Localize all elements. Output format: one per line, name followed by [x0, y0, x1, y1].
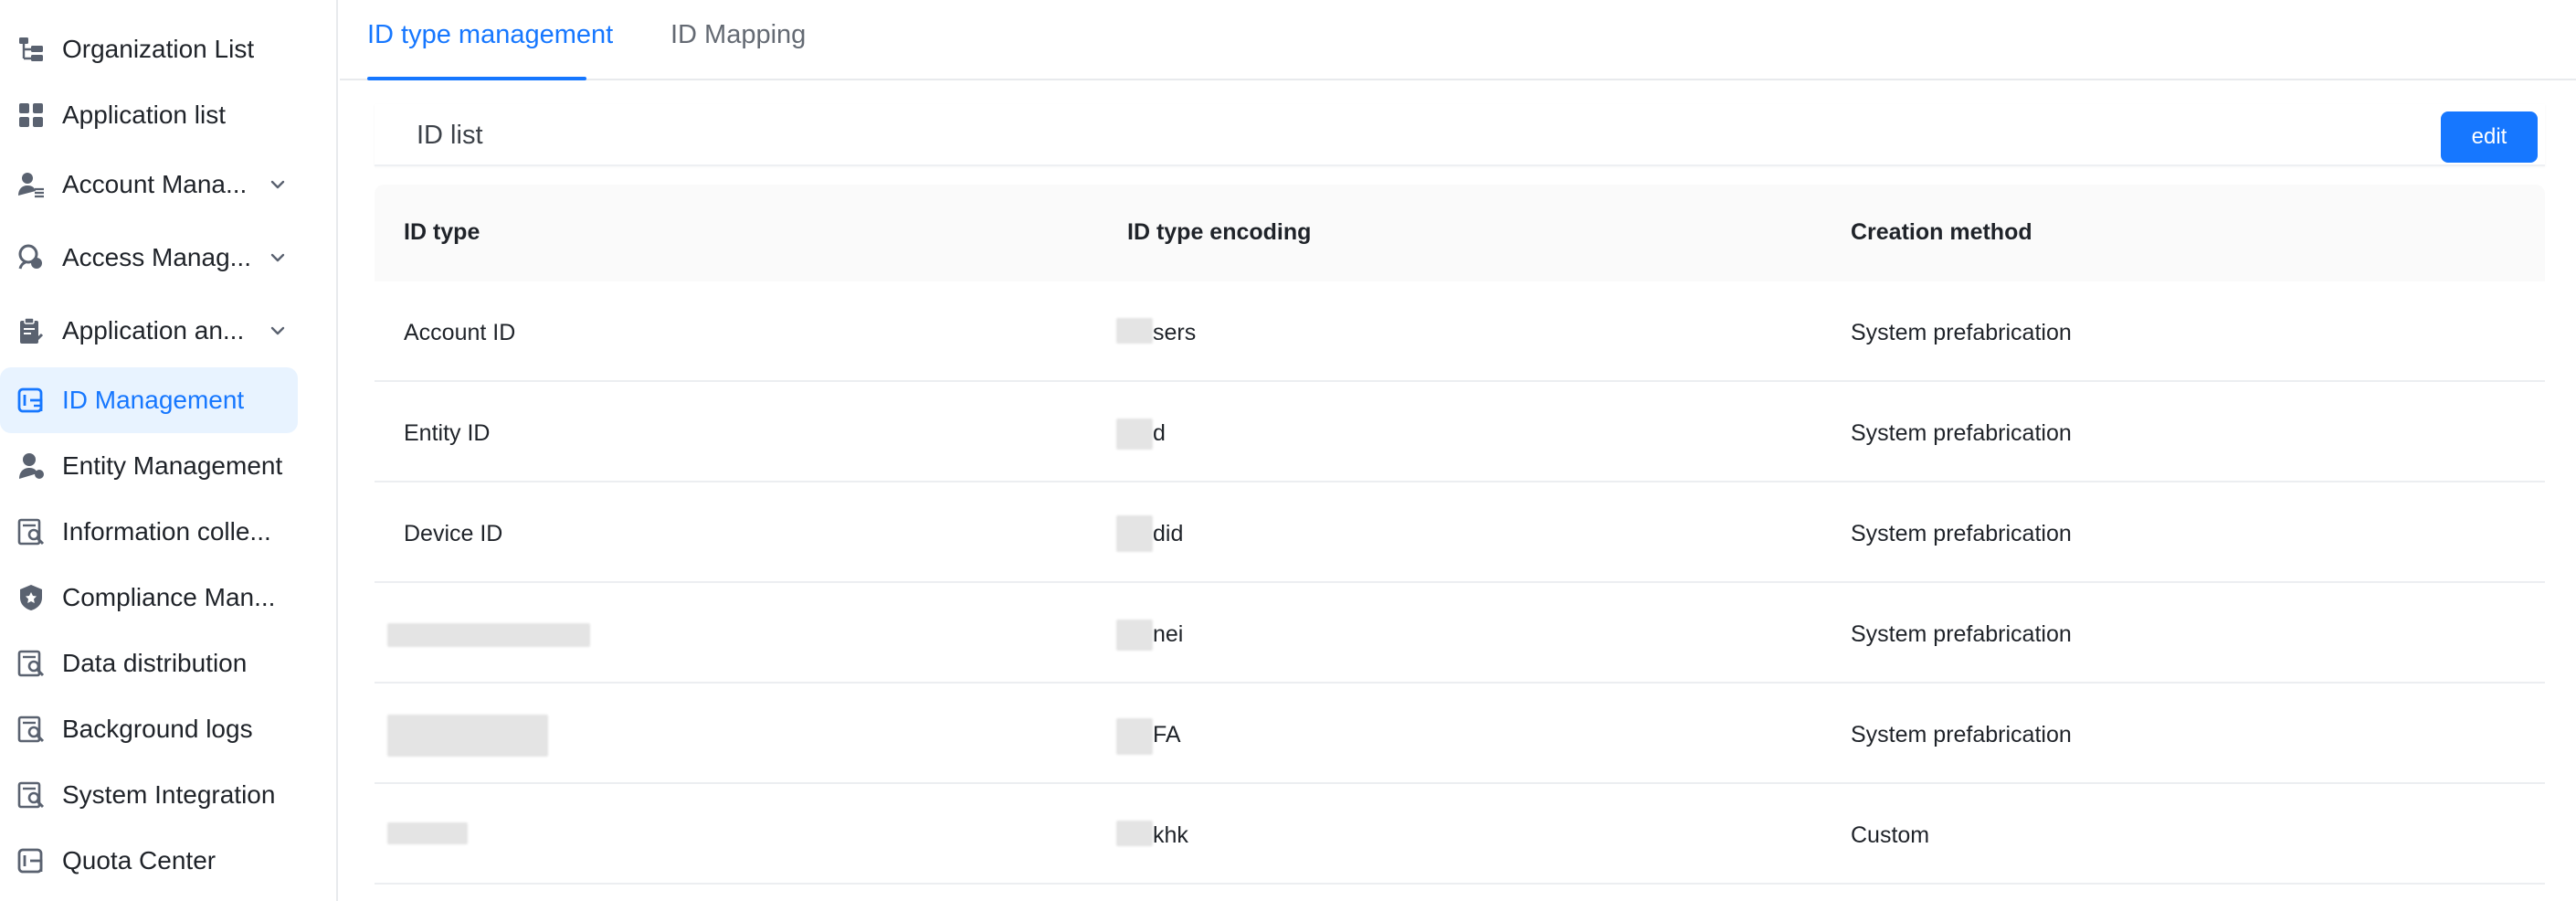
cell-id-type-encoding: FA [1153, 722, 1181, 747]
entity-user-icon [19, 453, 44, 479]
cell-id-type-encoding: did [1153, 521, 1184, 546]
table-row[interactable]: Account ID sers System prefabrication [375, 281, 2545, 382]
redacted-area [1116, 515, 1153, 552]
table-row[interactable]: Entity ID d System prefabrication [375, 382, 2545, 482]
shield-icon [20, 585, 42, 610]
access-key-icon [18, 244, 42, 270]
sidebar-item-label: Information colle... [62, 517, 271, 546]
sidebar-item-label: Access Manag... [62, 243, 251, 271]
column-header-id-type: ID type [404, 219, 480, 245]
sidebar-item-label: Organization List [62, 35, 255, 63]
redacted-area [1116, 318, 1153, 344]
sidebar-item-label: Background logs [62, 715, 253, 743]
table-row[interactable]: FA System prefabrication [375, 684, 2545, 784]
chevron-down-icon [270, 253, 285, 262]
cell-creation-method: System prefabrication [1851, 320, 2072, 345]
edit-button[interactable]: edit [2441, 111, 2538, 163]
redacted-area [1116, 620, 1153, 651]
clipboard-check-icon [20, 317, 44, 344]
sidebar-item-label: Entity Management [62, 451, 283, 480]
doc-search-icon [17, 781, 45, 809]
table-header: ID type ID type encoding Creation method [375, 185, 2545, 281]
sidebar-item-label: Application list [62, 101, 226, 129]
sidebar-item-label: Application an... [62, 316, 245, 344]
sidebar-item-label: System Integration [62, 780, 276, 809]
sidebar-item-system-integration[interactable]: System Integration [0, 762, 298, 828]
table-row[interactable]: khk Custom [375, 784, 2545, 885]
cell-id-type-encoding: nei [1153, 621, 1184, 647]
section-title: ID list [417, 121, 483, 150]
id-list-header: ID list edit [375, 104, 2545, 166]
cell-id-type-encoding: sers [1153, 320, 1197, 345]
table-row[interactable]: nei System prefabrication [375, 583, 2545, 684]
sidebar-item-organization-list[interactable]: Organization List [0, 16, 298, 82]
active-tab-indicator [367, 77, 586, 80]
sidebar-item-label: Account Mana... [62, 170, 248, 198]
doc-search-icon [17, 716, 45, 743]
tab-bar: ID type management ID Mapping [340, 0, 2576, 80]
chevron-down-icon [270, 180, 285, 189]
column-header-creation-method: Creation method [1851, 219, 2032, 245]
chevron-down-icon [270, 326, 285, 335]
app-window: Organization List Application list Accou… [0, 0, 2576, 901]
tab-id-type-management[interactable]: ID type management [367, 20, 613, 50]
cell-id-type-encoding: khk [1153, 822, 1188, 848]
tab-id-mapping[interactable]: ID Mapping [670, 20, 806, 50]
cell-id-type-encoding: d [1153, 420, 1166, 446]
sidebar-item-application-list[interactable]: Application list [0, 82, 298, 148]
redacted-area [1116, 821, 1153, 846]
redacted-area [387, 623, 590, 647]
org-tree-icon [19, 37, 43, 61]
table-row[interactable]: Device ID did System prefabrication [375, 482, 2545, 583]
sidebar-item-label: Compliance Man... [62, 583, 276, 611]
quota-icon [17, 848, 43, 874]
sidebar-item-label: Quota Center [62, 846, 216, 874]
redacted-area [1116, 718, 1153, 755]
sidebar-item-account-management[interactable]: Account Mana... [0, 152, 298, 217]
sidebar-item-quota-center[interactable]: Quota Center [0, 828, 298, 894]
sidebar-item-background-logs[interactable]: Background logs [0, 696, 298, 762]
sidebar-item-label: ID Management [62, 386, 245, 414]
sidebar-item-id-management[interactable]: ID Management [0, 367, 298, 433]
grid-apps-icon [19, 103, 43, 127]
sidebar-item-label: Data distribution [62, 649, 248, 677]
cell-creation-method: System prefabrication [1851, 521, 2072, 546]
sidebar-item-application-authorization[interactable]: Application an... [0, 298, 298, 364]
cell-id-type: Account ID [404, 320, 516, 345]
sidebar-item-data-distribution[interactable]: Data distribution [0, 631, 298, 696]
cell-creation-method: System prefabrication [1851, 722, 2072, 747]
cell-id-type: Device ID [404, 521, 503, 546]
cell-creation-method: System prefabrication [1851, 420, 2072, 446]
doc-search-icon [17, 650, 45, 677]
sidebar-item-information-collection[interactable]: Information colle... [0, 499, 298, 565]
sidebar-item-access-management[interactable]: Access Manag... [0, 225, 298, 291]
main-content: ID type management ID Mapping ID list ed… [340, 0, 2576, 901]
cell-creation-method: Custom [1851, 822, 1930, 848]
redacted-area [387, 822, 468, 844]
column-header-id-type-encoding: ID type encoding [1127, 219, 1312, 245]
cell-creation-method: System prefabrication [1851, 621, 2072, 647]
id-type-table: ID type ID type encoding Creation method… [375, 185, 2545, 885]
sidebar-item-entity-management[interactable]: Entity Management [0, 433, 298, 499]
cell-id-type: Entity ID [404, 420, 491, 446]
redacted-area [1116, 419, 1153, 450]
user-list-icon [18, 173, 44, 198]
doc-search-icon [17, 518, 45, 546]
redacted-area [387, 715, 548, 757]
sidebar-item-compliance-management[interactable]: Compliance Man... [0, 565, 298, 631]
sidebar: Organization List Application list Accou… [0, 0, 338, 901]
id-card-icon [17, 387, 43, 413]
